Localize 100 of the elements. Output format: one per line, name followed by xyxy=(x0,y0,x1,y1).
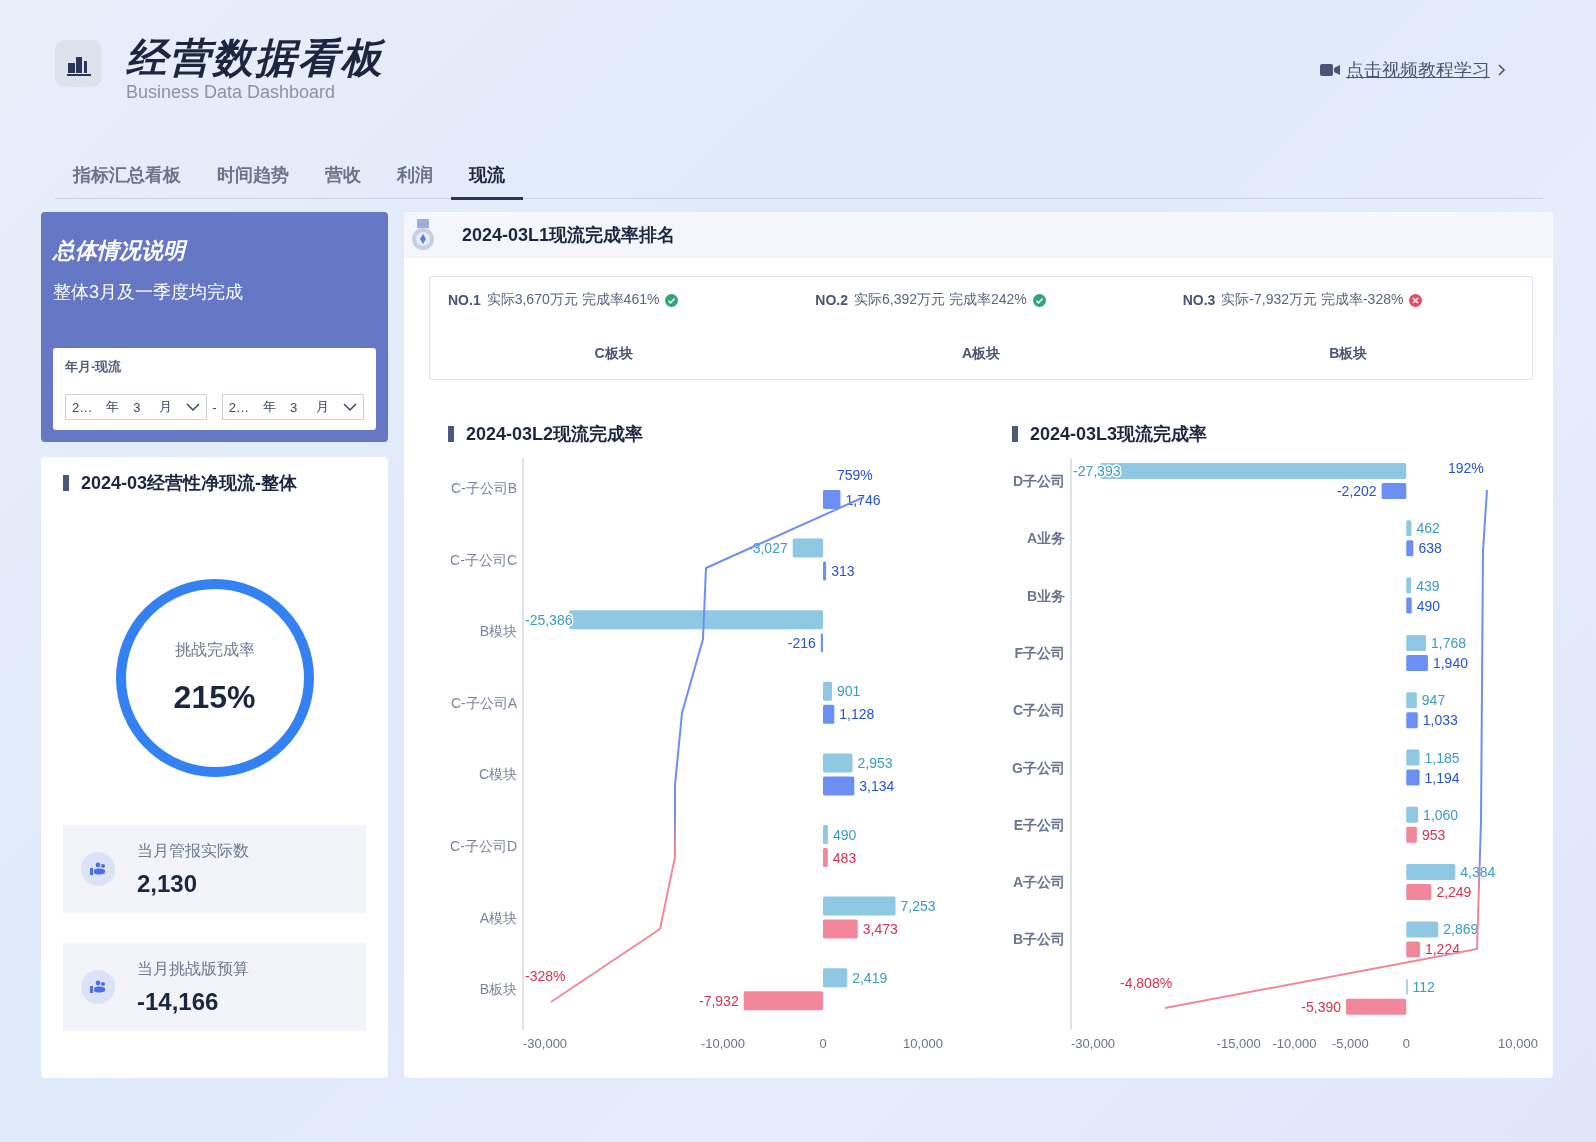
category-label: A模块 xyxy=(479,909,517,926)
category-label: C模块 xyxy=(478,766,517,783)
video-camera-icon xyxy=(1320,63,1340,77)
rank-detail: 实际-7,932万元 完成率-328% xyxy=(1221,291,1404,309)
value-label: -7,932 xyxy=(699,992,739,1009)
chart-title: 2024-03L3现流完成率 xyxy=(1000,422,1552,446)
rate-label: -328% xyxy=(525,968,566,984)
tick-label: -10,000 xyxy=(1272,1036,1317,1051)
category-label: C-子公司D xyxy=(450,838,517,854)
bar xyxy=(1406,769,1420,786)
value-label: 1,185 xyxy=(1424,749,1460,766)
month-select[interactable]: 2… 年 3 月 xyxy=(221,394,364,420)
bar xyxy=(1406,864,1456,881)
value-label: 2,869 xyxy=(1443,921,1479,938)
stat-label: 当月管报实际数 xyxy=(137,840,249,861)
value-label: 3,134 xyxy=(859,777,895,794)
bar xyxy=(1406,520,1412,537)
summary-text: 整体3月及一季度均完成 xyxy=(53,281,244,304)
bar xyxy=(1406,921,1439,938)
tab[interactable]: 现流 xyxy=(451,154,523,200)
category-label: A子公司 xyxy=(1012,874,1065,891)
tick-label: 10,000 xyxy=(1498,1036,1538,1051)
bar xyxy=(823,848,828,867)
value-label: 2,419 xyxy=(852,969,888,986)
rank-number: NO.2 xyxy=(815,292,848,308)
tab[interactable]: 营收 xyxy=(307,154,379,200)
tick-label: -15,000 xyxy=(1216,1036,1261,1051)
tick-label: 0 xyxy=(1402,1036,1410,1051)
tick-label: -30,000 xyxy=(1071,1036,1116,1051)
ring-label: 挑战完成率 xyxy=(174,640,255,660)
rate-label: 192% xyxy=(1448,460,1484,476)
chevron-down-icon xyxy=(343,402,357,412)
tick-label: -30,000 xyxy=(523,1036,568,1051)
chevron-right-icon xyxy=(1496,63,1506,77)
bar xyxy=(1406,712,1418,729)
bar xyxy=(1346,998,1407,1015)
value-label: 112 xyxy=(1412,978,1435,995)
value-label: -3,027 xyxy=(748,540,788,557)
rank-detail: 实际6,392万元 完成率242% xyxy=(854,291,1027,309)
rank-name: B板块 xyxy=(1328,345,1369,363)
tab[interactable]: 利润 xyxy=(379,154,451,200)
range-separator: - xyxy=(212,399,217,415)
category-label: B业务 xyxy=(1026,587,1065,604)
value-label: 1,768 xyxy=(1431,634,1467,651)
bar xyxy=(1406,884,1432,901)
category-label: E子公司 xyxy=(1013,816,1065,833)
value-label: 439 xyxy=(1416,577,1440,594)
category-label: B模块 xyxy=(479,623,517,640)
bar xyxy=(823,968,848,988)
tick-label: 0 xyxy=(819,1036,827,1051)
bar xyxy=(1406,941,1420,958)
bar xyxy=(1406,826,1417,843)
category-label: B子公司 xyxy=(1012,931,1065,948)
value-label: -216 xyxy=(787,634,816,651)
tab[interactable]: 指标汇总看板 xyxy=(55,154,199,200)
bar xyxy=(1381,483,1407,499)
rank-name: A板块 xyxy=(960,345,1002,363)
category-label: C-子公司B xyxy=(450,480,517,496)
bar xyxy=(1406,540,1414,557)
category-label: D子公司 xyxy=(1012,473,1065,489)
value-label: 953 xyxy=(1421,826,1446,843)
chevron-down-icon xyxy=(186,402,201,412)
filter-label: 年月-现流 xyxy=(65,358,123,376)
value-label: 947 xyxy=(1421,692,1446,709)
logo-icon xyxy=(55,40,102,87)
dashboard-title: 经营数据看板 xyxy=(126,36,384,80)
rate-label: -4,808% xyxy=(1120,975,1173,991)
category-label: G子公司 xyxy=(1012,759,1065,776)
value-label: 490 xyxy=(1416,597,1441,614)
bar xyxy=(820,633,823,653)
bar xyxy=(1406,654,1428,671)
category-label: C子公司 xyxy=(1012,702,1065,719)
bar xyxy=(823,825,828,844)
value-label: 1,194 xyxy=(1424,769,1460,786)
value-label: 490 xyxy=(832,826,857,843)
value-label: 638 xyxy=(1418,540,1442,557)
category-label: C-子公司C xyxy=(450,551,517,568)
panel-title: 2024-03L1现流完成率排名 xyxy=(462,224,676,247)
bar xyxy=(1406,692,1417,709)
tick-label: -10,000 xyxy=(700,1036,746,1051)
value-label: 2,249 xyxy=(1436,884,1472,901)
bar xyxy=(792,538,823,558)
ring-value: 215% xyxy=(173,679,256,716)
bar xyxy=(1406,634,1426,651)
chart-title: 2024-03L2现流完成率 xyxy=(436,422,988,446)
bar xyxy=(1406,597,1412,614)
bar xyxy=(1406,749,1420,766)
medal-icon xyxy=(410,218,436,252)
value-label: 1,940 xyxy=(1432,654,1468,671)
dashboard-subtitle: Business Data Dashboard xyxy=(126,82,337,103)
category-label: A业务 xyxy=(1026,530,1065,547)
month-select[interactable]: 2… 年 3 月 xyxy=(65,394,208,420)
category-label: F子公司 xyxy=(1014,644,1065,661)
rank-name: C板块 xyxy=(593,345,634,363)
tab[interactable]: 时间趋势 xyxy=(199,154,307,200)
bar xyxy=(823,919,858,939)
stat-label: 当月挑战版预算 xyxy=(137,958,249,979)
category-label: B板块 xyxy=(479,981,517,998)
rank-detail: 实际3,670万元 完成率461% xyxy=(486,291,660,309)
rate-label: 759% xyxy=(837,467,873,483)
